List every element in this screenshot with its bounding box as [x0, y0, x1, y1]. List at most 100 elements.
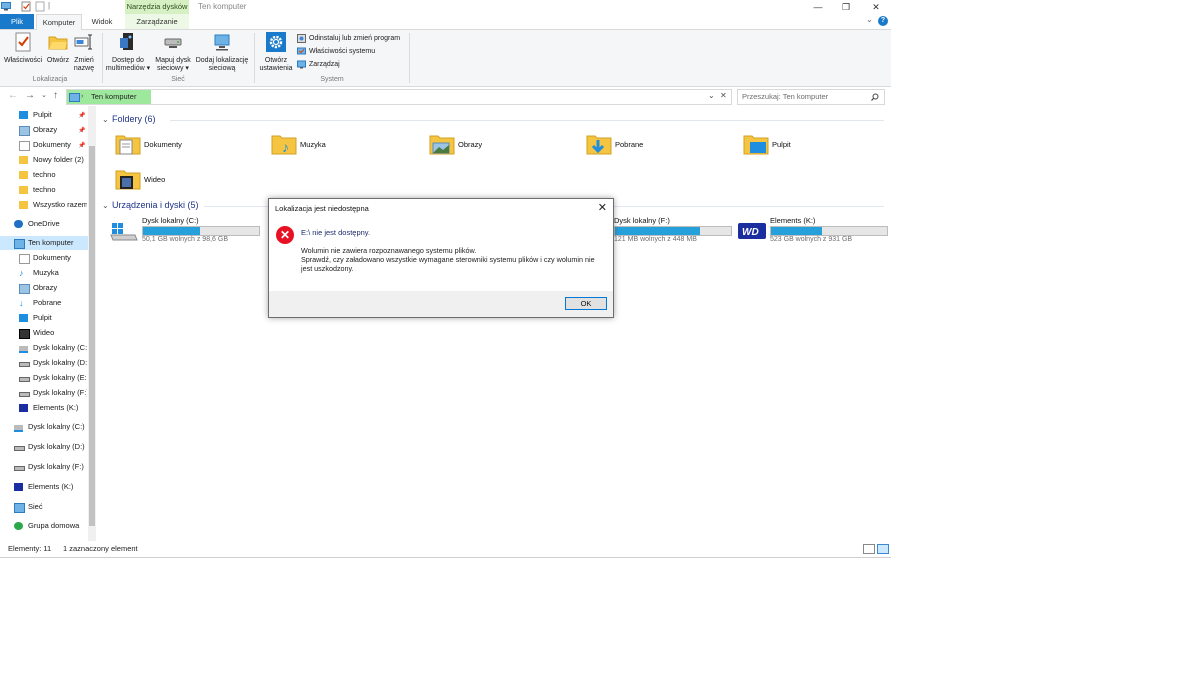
ribbon-separator: [409, 33, 410, 83]
nav-item-root-drive-f[interactable]: Dysk lokalny (F:): [14, 460, 87, 474]
add-network-location-button[interactable]: Dodaj lokalizację sieciową: [194, 32, 250, 73]
forward-arrow-icon[interactable]: →: [25, 90, 35, 101]
ribbon-collapse-icon[interactable]: ⌄: [866, 15, 873, 24]
nav-item-new-folder-2[interactable]: Nowy folder (2): [19, 153, 87, 167]
scrollbar-thumb[interactable]: [89, 146, 95, 526]
help-icon[interactable]: ?: [878, 16, 888, 26]
nav-item-drive-c[interactable]: Dysk lokalny (C:): [19, 341, 87, 355]
close-icon[interactable]: ✕: [861, 0, 891, 14]
pin-icon[interactable]: 📌: [78, 112, 85, 119]
network-drive-icon: [164, 38, 182, 48]
computer-icon[interactable]: [1, 1, 11, 12]
address-path[interactable]: Ten komputer: [91, 90, 136, 104]
properties-quick-icon[interactable]: [21, 1, 31, 12]
map-network-drive-label: Mapuj dysk sieciowy ▾: [155, 57, 191, 72]
back-arrow-icon[interactable]: ←: [8, 90, 18, 101]
rename-button[interactable]: Zmień nazwę: [72, 32, 96, 73]
nav-item-pc-music[interactable]: ♪ Muzyka: [19, 266, 87, 280]
quick-access-dropdown-icon[interactable]: |: [48, 1, 58, 12]
media-access-button[interactable]: Dostęp do multimediów ▾: [105, 32, 151, 73]
nav-item-wszystko-razem[interactable]: Wszystko razem: [19, 198, 87, 212]
collapse-chevron-icon[interactable]: ⌄: [102, 115, 109, 124]
hard-drive-icon: [14, 446, 25, 451]
details-view-icon[interactable]: [863, 544, 875, 554]
breadcrumb-chevron-icon[interactable]: ›: [81, 90, 83, 104]
nav-item-root-drive-d[interactable]: Dysk lokalny (D:): [14, 440, 87, 454]
pin-icon[interactable]: 📌: [78, 127, 85, 134]
hard-drive-icon: [19, 377, 30, 382]
open-settings-button[interactable]: Otwórz ustawienia: [257, 32, 295, 73]
search-placeholder: Przeszukaj: Ten komputer: [742, 92, 829, 101]
large-icons-view-icon[interactable]: [877, 544, 889, 554]
map-network-drive-button[interactable]: Mapuj dysk sieciowy ▾: [153, 32, 193, 73]
nav-item-elements-k[interactable]: Elements (K:): [19, 401, 87, 415]
tab-file[interactable]: Plik: [0, 14, 34, 29]
item-count: Elementy: 11: [8, 544, 52, 553]
up-arrow-icon[interactable]: ↑: [53, 90, 58, 101]
close-icon[interactable]: ✕: [598, 201, 607, 214]
pictures-icon: [19, 126, 30, 136]
tab-computer[interactable]: Komputer: [36, 14, 82, 31]
nav-item-this-pc[interactable]: Ten komputer: [0, 236, 88, 250]
address-bar[interactable]: › Ten komputer ⌄ ✕: [66, 89, 732, 105]
pin-icon[interactable]: 📌: [78, 142, 85, 149]
drive-item-elements-k[interactable]: WD Elements (K:) 523 GB wolnych z 931 GB: [738, 216, 891, 246]
nav-item-desktop[interactable]: Pulpit: [19, 108, 87, 122]
folder-icon: [19, 156, 28, 164]
search-box[interactable]: Przeszukaj: Ten komputer: [737, 89, 885, 105]
nav-item-documents[interactable]: Dokumenty: [19, 138, 87, 152]
windows-drive-icon: [19, 346, 28, 353]
downloads-folder-icon: [586, 135, 612, 155]
open-button[interactable]: Otwórz: [44, 32, 72, 65]
ribbon: Właściwości Otwórz Zmień nazwę Lokalizac…: [0, 30, 891, 87]
nav-item-pc-desktop[interactable]: Pulpit: [19, 311, 87, 325]
nav-item-drive-e[interactable]: Dysk lokalny (E:): [19, 371, 87, 385]
nav-item-root-drive-c[interactable]: Dysk lokalny (C:): [14, 420, 87, 434]
recent-dropdown-icon[interactable]: ⌄: [41, 91, 47, 99]
nav-item-pc-videos[interactable]: Wideo: [19, 326, 87, 340]
open-settings-label: Otwórz ustawienia: [259, 57, 293, 72]
selected-count: 1 zaznaczony element: [63, 544, 138, 553]
nav-item-drive-f[interactable]: Dysk lokalny (F:): [19, 386, 87, 400]
nav-item-pc-pictures[interactable]: Obrazy: [19, 281, 87, 295]
folders-header[interactable]: Foldery (6): [112, 114, 156, 124]
nav-item-homegroup[interactable]: Grupa domowa: [14, 519, 87, 533]
drive-usage-fill: [143, 227, 200, 235]
address-dropdown-icon[interactable]: ⌄: [708, 91, 715, 100]
nav-item-techno[interactable]: techno: [19, 168, 87, 182]
system-properties-button[interactable]: Właściwości systemu: [297, 46, 375, 57]
manage-button[interactable]: Zarządzaj: [297, 59, 340, 70]
tab-manage[interactable]: Zarządzanie: [125, 14, 189, 29]
uninstall-program-button[interactable]: Odinstaluj lub zmień program: [297, 33, 400, 44]
drive-item-c[interactable]: Dysk lokalny (C:) 50,1 GB wolnych z 98,6…: [110, 216, 270, 246]
nav-item-pc-downloads[interactable]: ↓ Pobrane: [19, 296, 87, 310]
nav-item-network[interactable]: Sieć: [14, 500, 87, 514]
drive-usage-fill: [771, 227, 823, 235]
documents-icon: [19, 141, 30, 151]
search-icon[interactable]: [871, 93, 879, 101]
properties-button[interactable]: Właściwości: [4, 32, 42, 65]
clear-address-icon[interactable]: ✕: [720, 91, 727, 100]
system-properties-label: Właściwości systemu: [309, 48, 376, 55]
ok-button[interactable]: OK: [565, 297, 607, 310]
new-folder-quick-icon[interactable]: [35, 1, 45, 12]
minimize-icon[interactable]: —: [803, 0, 833, 14]
nav-item-techno[interactable]: techno: [19, 183, 87, 197]
tab-view[interactable]: Widok: [84, 14, 120, 29]
context-tab-disk-tools: Narzędzia dysków: [125, 0, 189, 14]
nav-item-root-elements-k[interactable]: Elements (K:): [14, 480, 87, 494]
properties-label: Właściwości: [4, 57, 43, 64]
nav-item-drive-d[interactable]: Dysk lokalny (D:): [19, 356, 87, 370]
navpane-scrollbar[interactable]: [88, 106, 96, 541]
videos-folder-icon: [115, 170, 141, 190]
restore-icon[interactable]: ❐: [831, 0, 861, 14]
navigation-pane: Pulpit 📌 Obrazy 📌 Dokumenty 📌 Nowy folde…: [0, 106, 96, 541]
collapse-chevron-icon[interactable]: ⌄: [102, 201, 109, 210]
computer-management-icon: [297, 60, 306, 69]
status-bar: Elementy: 11 1 zaznaczony element: [0, 541, 891, 556]
nav-item-onedrive[interactable]: OneDrive: [14, 217, 87, 231]
download-arrow-icon: ↓: [19, 298, 24, 308]
nav-item-pictures[interactable]: Obrazy: [19, 123, 87, 137]
nav-item-pc-documents[interactable]: Dokumenty: [19, 251, 87, 265]
drives-header[interactable]: Urządzenia i dyski (5): [112, 200, 199, 210]
